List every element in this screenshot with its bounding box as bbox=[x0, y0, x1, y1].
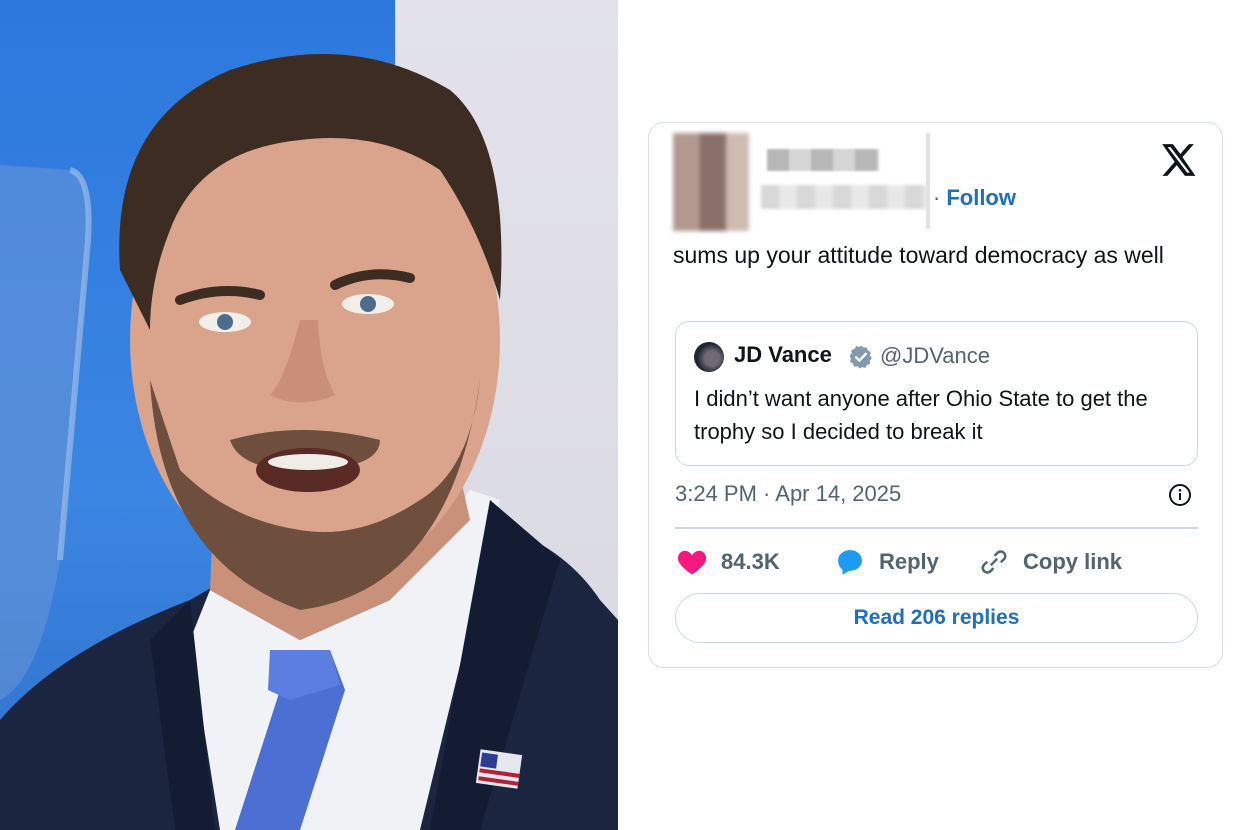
tweet-text: sums up your attitude toward democracy a… bbox=[673, 242, 1164, 268]
copy-link-button[interactable]: Copy link bbox=[979, 545, 1122, 579]
divider bbox=[618, 0, 630, 830]
blurred-avatar bbox=[673, 133, 749, 231]
quoted-handle: @JDVance bbox=[880, 343, 990, 368]
reply-bubble-icon bbox=[838, 550, 862, 575]
like-count: 84.3K bbox=[721, 549, 780, 574]
blur-edge bbox=[926, 133, 930, 229]
like-button[interactable]: 84.3K bbox=[677, 545, 780, 579]
reply-button[interactable]: Reply bbox=[835, 545, 939, 579]
photo-panel bbox=[0, 0, 618, 830]
reply-label: Reply bbox=[879, 549, 939, 574]
person-illustration bbox=[0, 54, 618, 830]
link-icon bbox=[981, 550, 1007, 574]
quoted-avatar bbox=[694, 342, 724, 372]
blurred-display-name bbox=[767, 149, 879, 171]
tweet-card: · Follow sums up your attitude toward dem… bbox=[648, 122, 1223, 668]
quoted-author-name: JD Vance bbox=[734, 342, 832, 367]
quoted-text: I didn’t want anyone after Ohio State to… bbox=[694, 386, 1148, 444]
info-icon[interactable] bbox=[1168, 483, 1192, 507]
x-logo-icon[interactable] bbox=[1159, 141, 1197, 179]
blurred-handle bbox=[761, 185, 929, 209]
heart-icon bbox=[677, 550, 707, 575]
quoted-tweet[interactable]: JD Vance @JDVance I didn’t want anyone a… bbox=[675, 321, 1198, 466]
follow-link[interactable]: · Follow bbox=[933, 185, 1016, 211]
follow-separator: · bbox=[933, 185, 941, 210]
separator-line bbox=[675, 527, 1198, 529]
tweet-timestamp[interactable]: 3:24 PM · Apr 14, 2025 bbox=[675, 481, 901, 507]
follow-label: Follow bbox=[946, 185, 1016, 210]
copy-link-label: Copy link bbox=[1023, 549, 1123, 574]
verified-badge-icon bbox=[849, 345, 872, 369]
read-replies-button[interactable]: Read 206 replies bbox=[675, 593, 1198, 643]
